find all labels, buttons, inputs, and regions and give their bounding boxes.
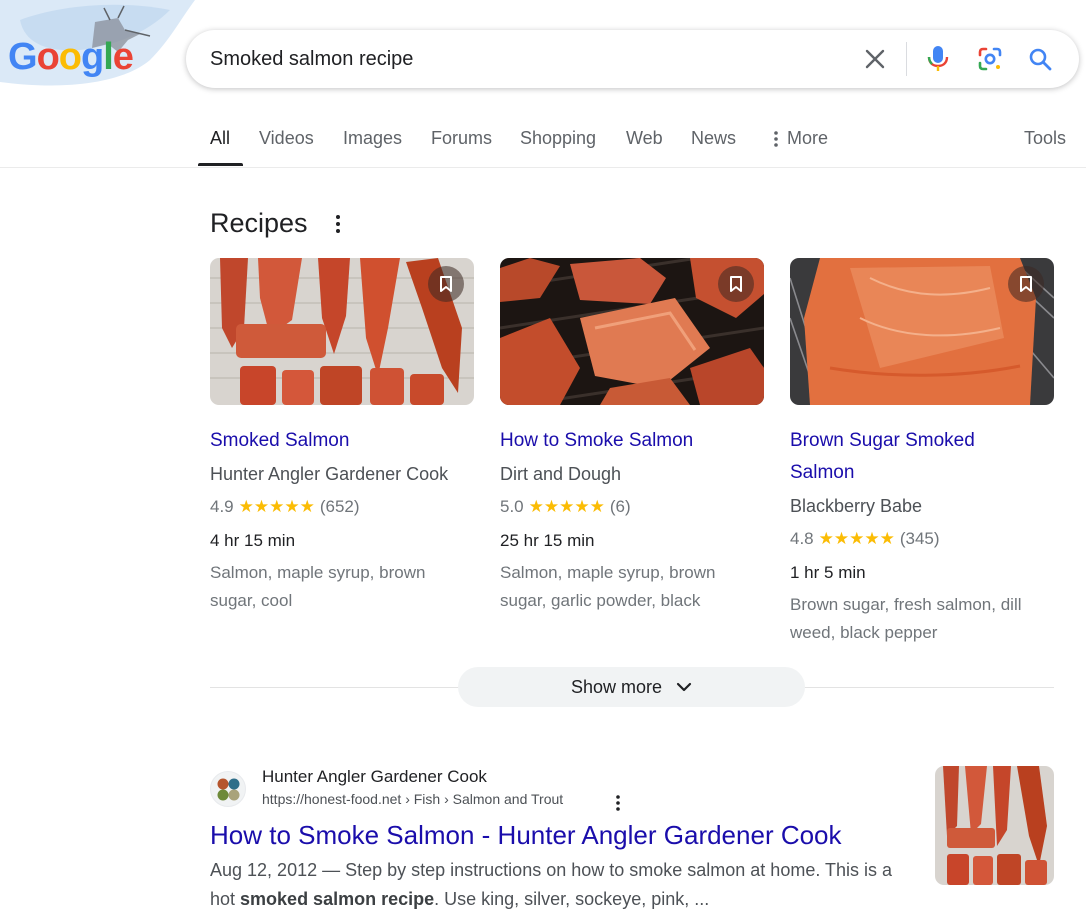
search-divider (906, 42, 907, 76)
recipe-card[interactable]: How to Smoke Salmon Dirt and Dough 5.0 ★… (500, 258, 764, 615)
recipe-rating: 4.8 ★★★★★ (345) (790, 523, 1054, 555)
ingredients-line: sugar, cool (210, 591, 293, 610)
ingredients-line: weed, black pepper (790, 623, 938, 642)
google-doodle-logo[interactable]: Google (0, 0, 200, 100)
recipe-ingredients: Salmon, maple syrup, brown sugar, garlic… (500, 559, 764, 615)
snippet-text: . Use king, silver, sockeye, pink, ... (434, 889, 710, 909)
star-rating-icon: ★★★★★ (238, 497, 315, 516)
recipe-source: Hunter Angler Gardener Cook (210, 464, 449, 484)
review-count: (345) (899, 529, 940, 548)
recipe-title-line: Salmon (790, 462, 855, 483)
recipe-title[interactable]: Brown Sugar Smoked Salmon (790, 425, 1054, 489)
search-icon[interactable] (1024, 43, 1056, 75)
result-title-link[interactable]: How to Smoke Salmon - Hunter Angler Gard… (210, 820, 842, 851)
logo-letter: l (103, 36, 114, 78)
active-tab-indicator (198, 163, 243, 166)
site-favicon (210, 771, 246, 807)
result-options-icon[interactable] (608, 791, 628, 815)
clear-search-icon[interactable] (859, 43, 891, 75)
ingredients-line: Salmon, maple syrup, brown (210, 563, 426, 582)
tab-shopping[interactable]: Shopping (520, 128, 596, 149)
bookmark-icon (440, 276, 452, 292)
ingredients-line: Salmon, maple syrup, brown (500, 563, 716, 582)
review-count: (652) (319, 497, 360, 516)
rating-value: 4.8 (790, 529, 814, 548)
save-recipe-button[interactable] (428, 266, 464, 302)
google-logo-text: Google (8, 36, 134, 78)
recipe-title-line: Brown Sugar Smoked (790, 430, 975, 451)
logo-letter: g (81, 36, 104, 78)
snippet-line: Aug 12, 2012 — Step by step instructions… (210, 860, 893, 880)
result-snippet: Aug 12, 2012 — Step by step instructions… (210, 856, 920, 914)
star-rating-icon: ★★★★★ (528, 497, 605, 516)
tab-more[interactable]: More (773, 128, 828, 149)
recipe-rating: 4.9 ★★★★★ (652) (210, 491, 474, 523)
ingredients-line: sugar, garlic powder, black (500, 591, 701, 610)
recipe-title-line: Smoked Salmon (210, 430, 350, 451)
tab-news[interactable]: News (691, 128, 736, 149)
recipe-ingredients: Brown sugar, fresh salmon, dill weed, bl… (790, 591, 1054, 647)
review-count: (6) (609, 497, 631, 516)
recipe-source: Dirt and Dough (500, 464, 622, 484)
recipe-time: 25 hr 15 min (500, 531, 595, 550)
rating-value: 5.0 (500, 497, 524, 516)
recipe-title[interactable]: How to Smoke Salmon (500, 425, 764, 457)
recipes-heading: Recipes (210, 208, 308, 238)
bookmark-icon (1020, 276, 1032, 292)
show-more-button[interactable]: Show more (458, 667, 805, 707)
ingredients-line: Brown sugar, fresh salmon, dill (790, 595, 1022, 614)
recipe-ingredients: Salmon, maple syrup, brown sugar, cool (210, 559, 474, 615)
search-tabs: All Videos Images Forums Shopping Web Ne… (0, 118, 1086, 168)
logo-letter: o (58, 36, 82, 78)
google-lens-icon[interactable] (974, 43, 1006, 75)
recipe-image[interactable] (790, 258, 1054, 405)
recipe-title-line: How to Smoke Salmon (500, 430, 694, 451)
tab-more-label: More (787, 128, 829, 148)
recipe-rating: 5.0 ★★★★★ (6) (500, 491, 764, 523)
tab-web[interactable]: Web (626, 128, 663, 149)
recipe-time: 1 hr 5 min (790, 563, 866, 582)
recipe-image[interactable] (500, 258, 764, 405)
bookmark-icon (730, 276, 742, 292)
recipe-time: 4 hr 15 min (210, 531, 296, 550)
save-recipe-button[interactable] (718, 266, 754, 302)
logo-letter: G (8, 36, 38, 78)
tab-videos[interactable]: Videos (259, 128, 314, 149)
rating-value: 4.9 (210, 497, 234, 516)
recipes-options-icon[interactable] (328, 212, 348, 236)
snippet-text: hot (210, 889, 241, 909)
result-site-name[interactable]: Hunter Angler Gardener Cook (262, 767, 487, 787)
snippet-line: hot smoked salmon recipe. Use king, silv… (210, 885, 920, 914)
show-more-label: Show more (570, 676, 663, 697)
recipe-card[interactable]: Brown Sugar Smoked Salmon Blackberry Bab… (790, 258, 1054, 647)
chevron-down-icon (676, 682, 692, 692)
result-thumbnail[interactable] (935, 766, 1054, 885)
logo-letter: o (36, 36, 60, 78)
save-recipe-button[interactable] (1008, 266, 1044, 302)
star-rating-icon: ★★★★★ (818, 529, 895, 548)
logo-letter: e (112, 36, 134, 78)
tab-forums[interactable]: Forums (431, 128, 492, 149)
recipe-source: Blackberry Babe (790, 496, 923, 516)
result-url[interactable]: https://honest-food.net › Fish › Salmon … (262, 791, 563, 807)
tab-all[interactable]: All (210, 128, 230, 149)
search-input[interactable] (210, 30, 810, 88)
recipe-image[interactable] (210, 258, 474, 405)
snippet-highlight: smoked salmon recipe (240, 889, 435, 909)
search-box (186, 30, 1079, 88)
more-vert-icon (774, 130, 778, 147)
tab-images[interactable]: Images (343, 128, 402, 149)
microphone-icon[interactable] (922, 43, 954, 75)
recipe-title[interactable]: Smoked Salmon (210, 425, 474, 457)
recipe-card[interactable]: Smoked Salmon Hunter Angler Gardener Coo… (210, 258, 474, 615)
favicon-icon (217, 778, 240, 801)
tools-button[interactable]: Tools (1024, 128, 1066, 149)
